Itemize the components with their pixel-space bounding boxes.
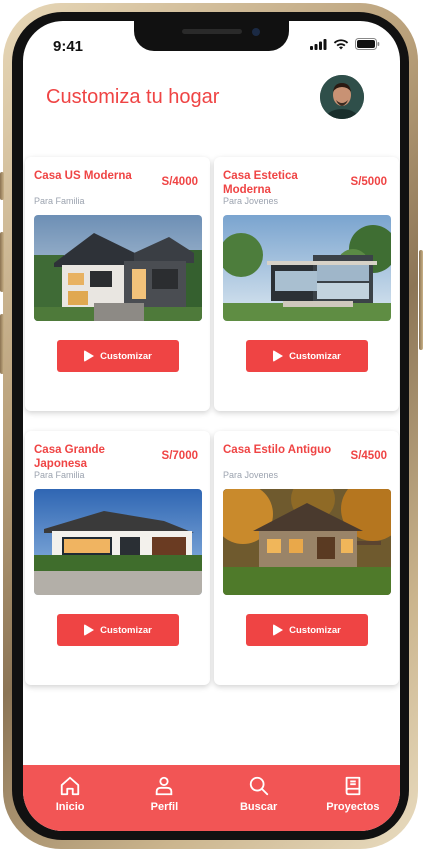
customize-label: Customizar xyxy=(289,350,341,362)
modern-house-photo xyxy=(34,215,202,321)
play-icon xyxy=(273,350,284,362)
customize-button[interactable]: Customizar xyxy=(57,614,179,646)
card-subtitle: Para Jovenes xyxy=(223,470,279,480)
card-subtitle: Para Jovenes xyxy=(223,196,279,206)
phone-side-button xyxy=(0,172,4,200)
app-screen: 9:41 Customiza tu hogar Casa US Moderna … xyxy=(23,21,400,831)
phone-volume-up xyxy=(0,232,4,292)
nav-label: Buscar xyxy=(239,801,278,813)
wifi-icon xyxy=(333,38,349,49)
card-price: S/7000 xyxy=(161,450,198,462)
house-card: Casa Estetica Moderna S/5000 Para Jovene… xyxy=(214,157,399,411)
battery-icon xyxy=(355,38,380,50)
book-icon xyxy=(345,776,361,796)
nav-item-proyectos[interactable]: Proyectos xyxy=(306,765,400,831)
customize-label: Customizar xyxy=(289,624,341,636)
notch-speaker xyxy=(182,29,242,34)
phone-volume-down xyxy=(0,314,4,374)
japanese-house-photo xyxy=(34,489,202,595)
customize-button[interactable]: Customizar xyxy=(57,340,179,372)
nav-item-perfil[interactable]: Perfil xyxy=(117,765,211,831)
card-title: Casa Estetica Moderna xyxy=(223,170,298,196)
play-icon xyxy=(84,624,95,636)
house-card: Casa US Moderna S/4000 Para Familia Cust… xyxy=(25,157,210,411)
home-icon xyxy=(60,776,80,796)
stone-cottage-photo xyxy=(223,489,391,595)
phone-power-button xyxy=(419,250,423,350)
card-subtitle: Para Familia xyxy=(34,196,85,206)
page-title: Customiza tu hogar xyxy=(46,86,220,108)
status-icons xyxy=(310,38,380,50)
card-title: Casa US Moderna xyxy=(34,170,132,182)
nav-label: Inicio xyxy=(55,801,85,813)
customize-button[interactable]: Customizar xyxy=(246,340,368,372)
front-camera xyxy=(252,28,260,36)
house-card: Casa Estilo Antiguo S/4500 Para Jovenes … xyxy=(214,431,399,685)
house-card: Casa Grande Japonesa S/7000 Para Familia xyxy=(25,431,210,685)
customize-label: Customizar xyxy=(100,350,152,362)
nav-item-buscar[interactable]: Buscar xyxy=(212,765,306,831)
user-icon xyxy=(156,776,173,796)
play-icon xyxy=(84,350,95,362)
search-icon xyxy=(249,776,268,796)
nav-label: Perfil xyxy=(150,801,179,813)
card-title: Casa Estilo Antiguo xyxy=(223,444,332,456)
nav-label: Proyectos xyxy=(326,801,380,813)
card-price: S/4000 xyxy=(161,176,198,188)
avatar[interactable] xyxy=(320,75,364,119)
glass-house-photo xyxy=(223,215,391,321)
signal-icon xyxy=(310,38,327,50)
notch xyxy=(134,21,289,51)
card-price: S/4500 xyxy=(350,450,387,462)
card-price: S/5000 xyxy=(350,176,387,188)
card-title: Casa Grande Japonesa xyxy=(34,444,105,470)
status-time: 9:41 xyxy=(53,38,84,55)
play-icon xyxy=(273,624,284,636)
avatar-photo xyxy=(320,75,364,119)
customize-button[interactable]: Customizar xyxy=(246,614,368,646)
nav-item-inicio[interactable]: Inicio xyxy=(23,765,117,831)
customize-label: Customizar xyxy=(100,624,152,636)
card-subtitle: Para Familia xyxy=(34,470,85,480)
bottom-nav: Inicio Perfil Buscar Proyectos xyxy=(23,765,400,831)
